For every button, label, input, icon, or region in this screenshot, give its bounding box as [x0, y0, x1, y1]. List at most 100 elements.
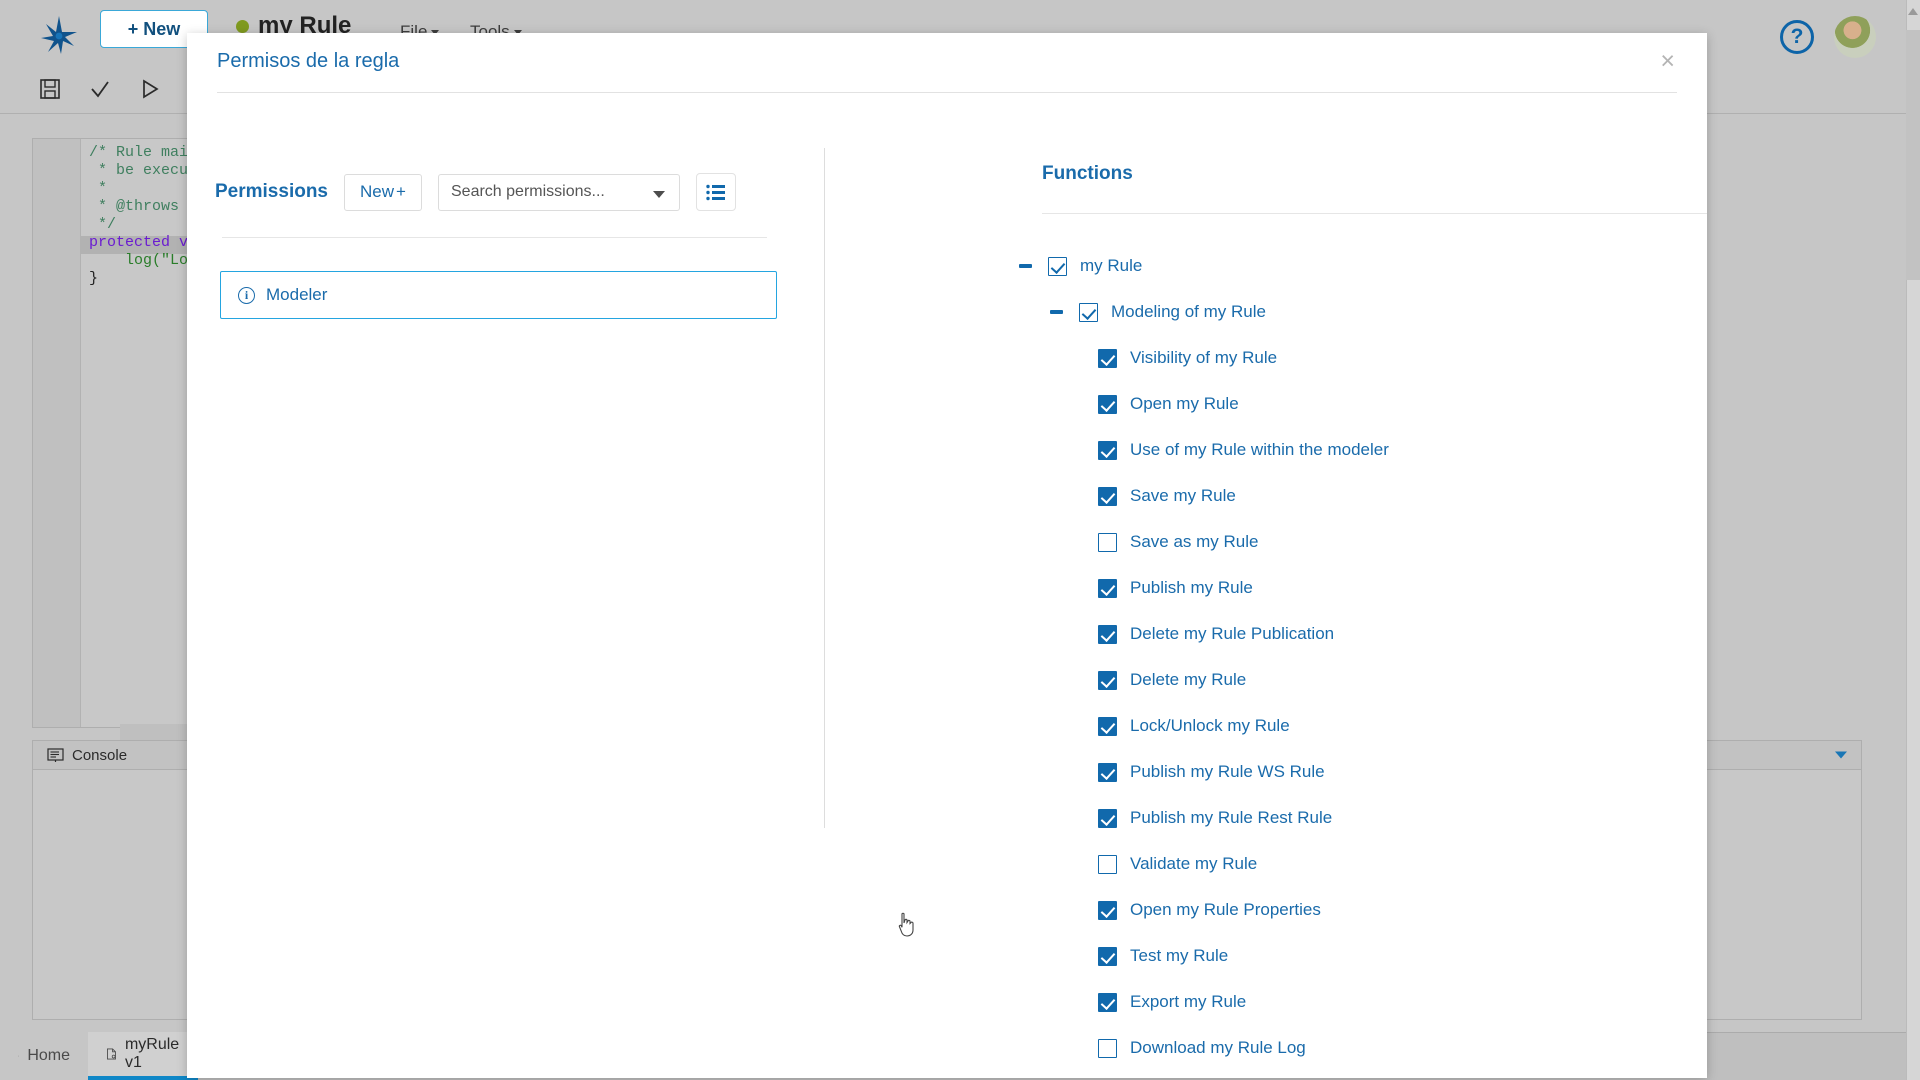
tree-node-label: Validate my Rule	[1130, 854, 1257, 874]
tree-checkbox[interactable]	[1098, 855, 1117, 874]
tree-row[interactable]: Open my Rule	[852, 381, 1707, 427]
permission-item-label: Modeler	[266, 285, 327, 305]
tree-checkbox[interactable]	[1098, 349, 1117, 368]
tree-node-label: Export my Rule	[1130, 992, 1246, 1012]
tree-row[interactable]: Publish my Rule Rest Rule	[852, 795, 1707, 841]
permissions-toolbar: Permissions New + Search permissions...	[215, 173, 736, 211]
code-line: }	[89, 270, 98, 287]
functions-section-label: Functions	[1042, 163, 1133, 185]
tree-checkbox[interactable]	[1098, 1039, 1117, 1058]
scroll-up-arrow-icon[interactable]	[1908, 8, 1918, 15]
tree-checkbox[interactable]	[1098, 487, 1117, 506]
tree-row[interactable]: Save my Rule	[852, 473, 1707, 519]
close-icon[interactable]: ×	[1654, 48, 1681, 75]
tree-checkbox[interactable]	[1098, 671, 1117, 690]
console-label: Console	[72, 747, 127, 764]
tree-node-label: Open my Rule	[1130, 394, 1239, 414]
list-view-icon	[706, 184, 726, 201]
search-permissions-dropdown[interactable]: Search permissions...	[438, 174, 680, 211]
app-logo-icon	[36, 12, 82, 58]
tree-row[interactable]: Publish my Rule	[852, 565, 1707, 611]
rule-permissions-dialog: Permisos de la regla × Permissions New +…	[187, 33, 1707, 1078]
collapse-minus-icon[interactable]	[1017, 258, 1034, 275]
tree-checkbox[interactable]	[1098, 579, 1117, 598]
tree-node-label: Delete my Rule	[1130, 670, 1246, 690]
tree-node-label: Visibility of my Rule	[1130, 348, 1277, 368]
tree-node-label: Test my Rule	[1130, 946, 1228, 966]
home-icon	[18, 1049, 19, 1063]
minus-glyph	[1050, 310, 1063, 314]
minus-glyph	[1019, 264, 1032, 268]
tree-row[interactable]: Test my Rule	[852, 933, 1707, 979]
tree-node-label: Modeling of my Rule	[1111, 302, 1266, 322]
tree-checkbox[interactable]	[1098, 395, 1117, 414]
status-dot	[236, 20, 249, 33]
tree-checkbox[interactable]	[1079, 303, 1098, 322]
tree-node-label: Lock/Unlock my Rule	[1130, 716, 1290, 736]
tree-row[interactable]: Validate my Rule	[852, 841, 1707, 887]
tree-checkbox[interactable]	[1098, 717, 1117, 736]
tree-node-label: Publish my Rule	[1130, 578, 1253, 598]
tree-checkbox[interactable]	[1098, 763, 1117, 782]
save-glyph	[39, 78, 61, 100]
tree-node-label: Publish my Rule Rest Rule	[1130, 808, 1332, 828]
save-icon[interactable]	[35, 74, 65, 104]
tree-row[interactable]: Modeling of my Rule	[852, 289, 1707, 335]
search-permissions-value: Search permissions...	[451, 183, 605, 201]
taskbar-tab-home[interactable]: Home	[0, 1032, 88, 1080]
check-glyph	[89, 78, 111, 100]
new-permission-button[interactable]: New +	[344, 174, 422, 211]
info-icon: i	[238, 287, 255, 304]
tree-checkbox[interactable]	[1048, 257, 1067, 276]
tree-node-label: my Rule	[1080, 256, 1142, 276]
tree-node-label: Download my Rule Log	[1130, 1038, 1306, 1058]
tree-row[interactable]: Delete my Rule	[852, 657, 1707, 703]
tree-checkbox[interactable]	[1098, 993, 1117, 1012]
permission-item-modeler[interactable]: i Modeler	[220, 271, 777, 319]
tree-row[interactable]: Export my Rule	[852, 979, 1707, 1025]
validate-check-icon[interactable]	[85, 74, 115, 104]
functions-divider	[1042, 213, 1707, 214]
tree-node-label: Open my Rule Properties	[1130, 900, 1321, 920]
plus-icon: +	[396, 182, 406, 202]
dialog-title: Permisos de la regla	[217, 50, 399, 73]
tree-checkbox[interactable]	[1098, 625, 1117, 644]
help-circle-icon[interactable]: ?	[1780, 20, 1814, 54]
taskbar-tab-label: myRule v1	[125, 1036, 180, 1072]
new-button-label: New	[143, 19, 180, 40]
console-icon	[47, 748, 64, 763]
tree-row[interactable]: Download my Rule Log	[852, 1025, 1707, 1071]
dialog-body: Permissions New + Search permissions...	[187, 93, 1707, 1078]
list-view-button[interactable]	[696, 173, 736, 211]
document-icon	[106, 1046, 117, 1062]
tree-row[interactable]: Delete my Rule Publication	[852, 611, 1707, 657]
editor-gutter	[33, 139, 81, 727]
code-line: */	[89, 216, 116, 233]
new-permission-label: New	[360, 182, 394, 202]
collapse-minus-icon[interactable]	[1048, 304, 1065, 321]
tree-checkbox[interactable]	[1098, 441, 1117, 460]
tree-checkbox[interactable]	[1098, 947, 1117, 966]
window-scrollbar[interactable]	[1906, 0, 1920, 1080]
tree-row[interactable]: my Rule	[852, 243, 1707, 289]
taskbar-tab-label: Home	[27, 1047, 70, 1065]
code-line: /* Rule main	[89, 144, 197, 161]
tree-checkbox[interactable]	[1098, 901, 1117, 920]
chevron-down-icon[interactable]	[1835, 752, 1847, 759]
tree-checkbox[interactable]	[1098, 533, 1117, 552]
functions-tree: my Rule Modeling of my Rule Visibility of …	[852, 243, 1707, 1078]
tree-row[interactable]: Use of my Rule	[852, 1071, 1707, 1078]
tree-row[interactable]: Open my Rule Properties	[852, 887, 1707, 933]
tree-row[interactable]: Visibility of my Rule	[852, 335, 1707, 381]
tree-checkbox[interactable]	[1098, 809, 1117, 828]
tree-row[interactable]: Lock/Unlock my Rule	[852, 703, 1707, 749]
scrollbar-thumb[interactable]	[1906, 30, 1920, 280]
run-play-icon[interactable]	[135, 74, 165, 104]
tree-row[interactable]: Use of my Rule within the modeler	[852, 427, 1707, 473]
avatar[interactable]	[1834, 16, 1876, 58]
tree-row[interactable]: Publish my Rule WS Rule	[852, 749, 1707, 795]
tree-node-label: Save my Rule	[1130, 486, 1236, 506]
tree-row[interactable]: Save as my Rule	[852, 519, 1707, 565]
permissions-section-label: Permissions	[215, 181, 328, 203]
taskbar-tab-myrule[interactable]: myRule v1	[88, 1032, 198, 1080]
